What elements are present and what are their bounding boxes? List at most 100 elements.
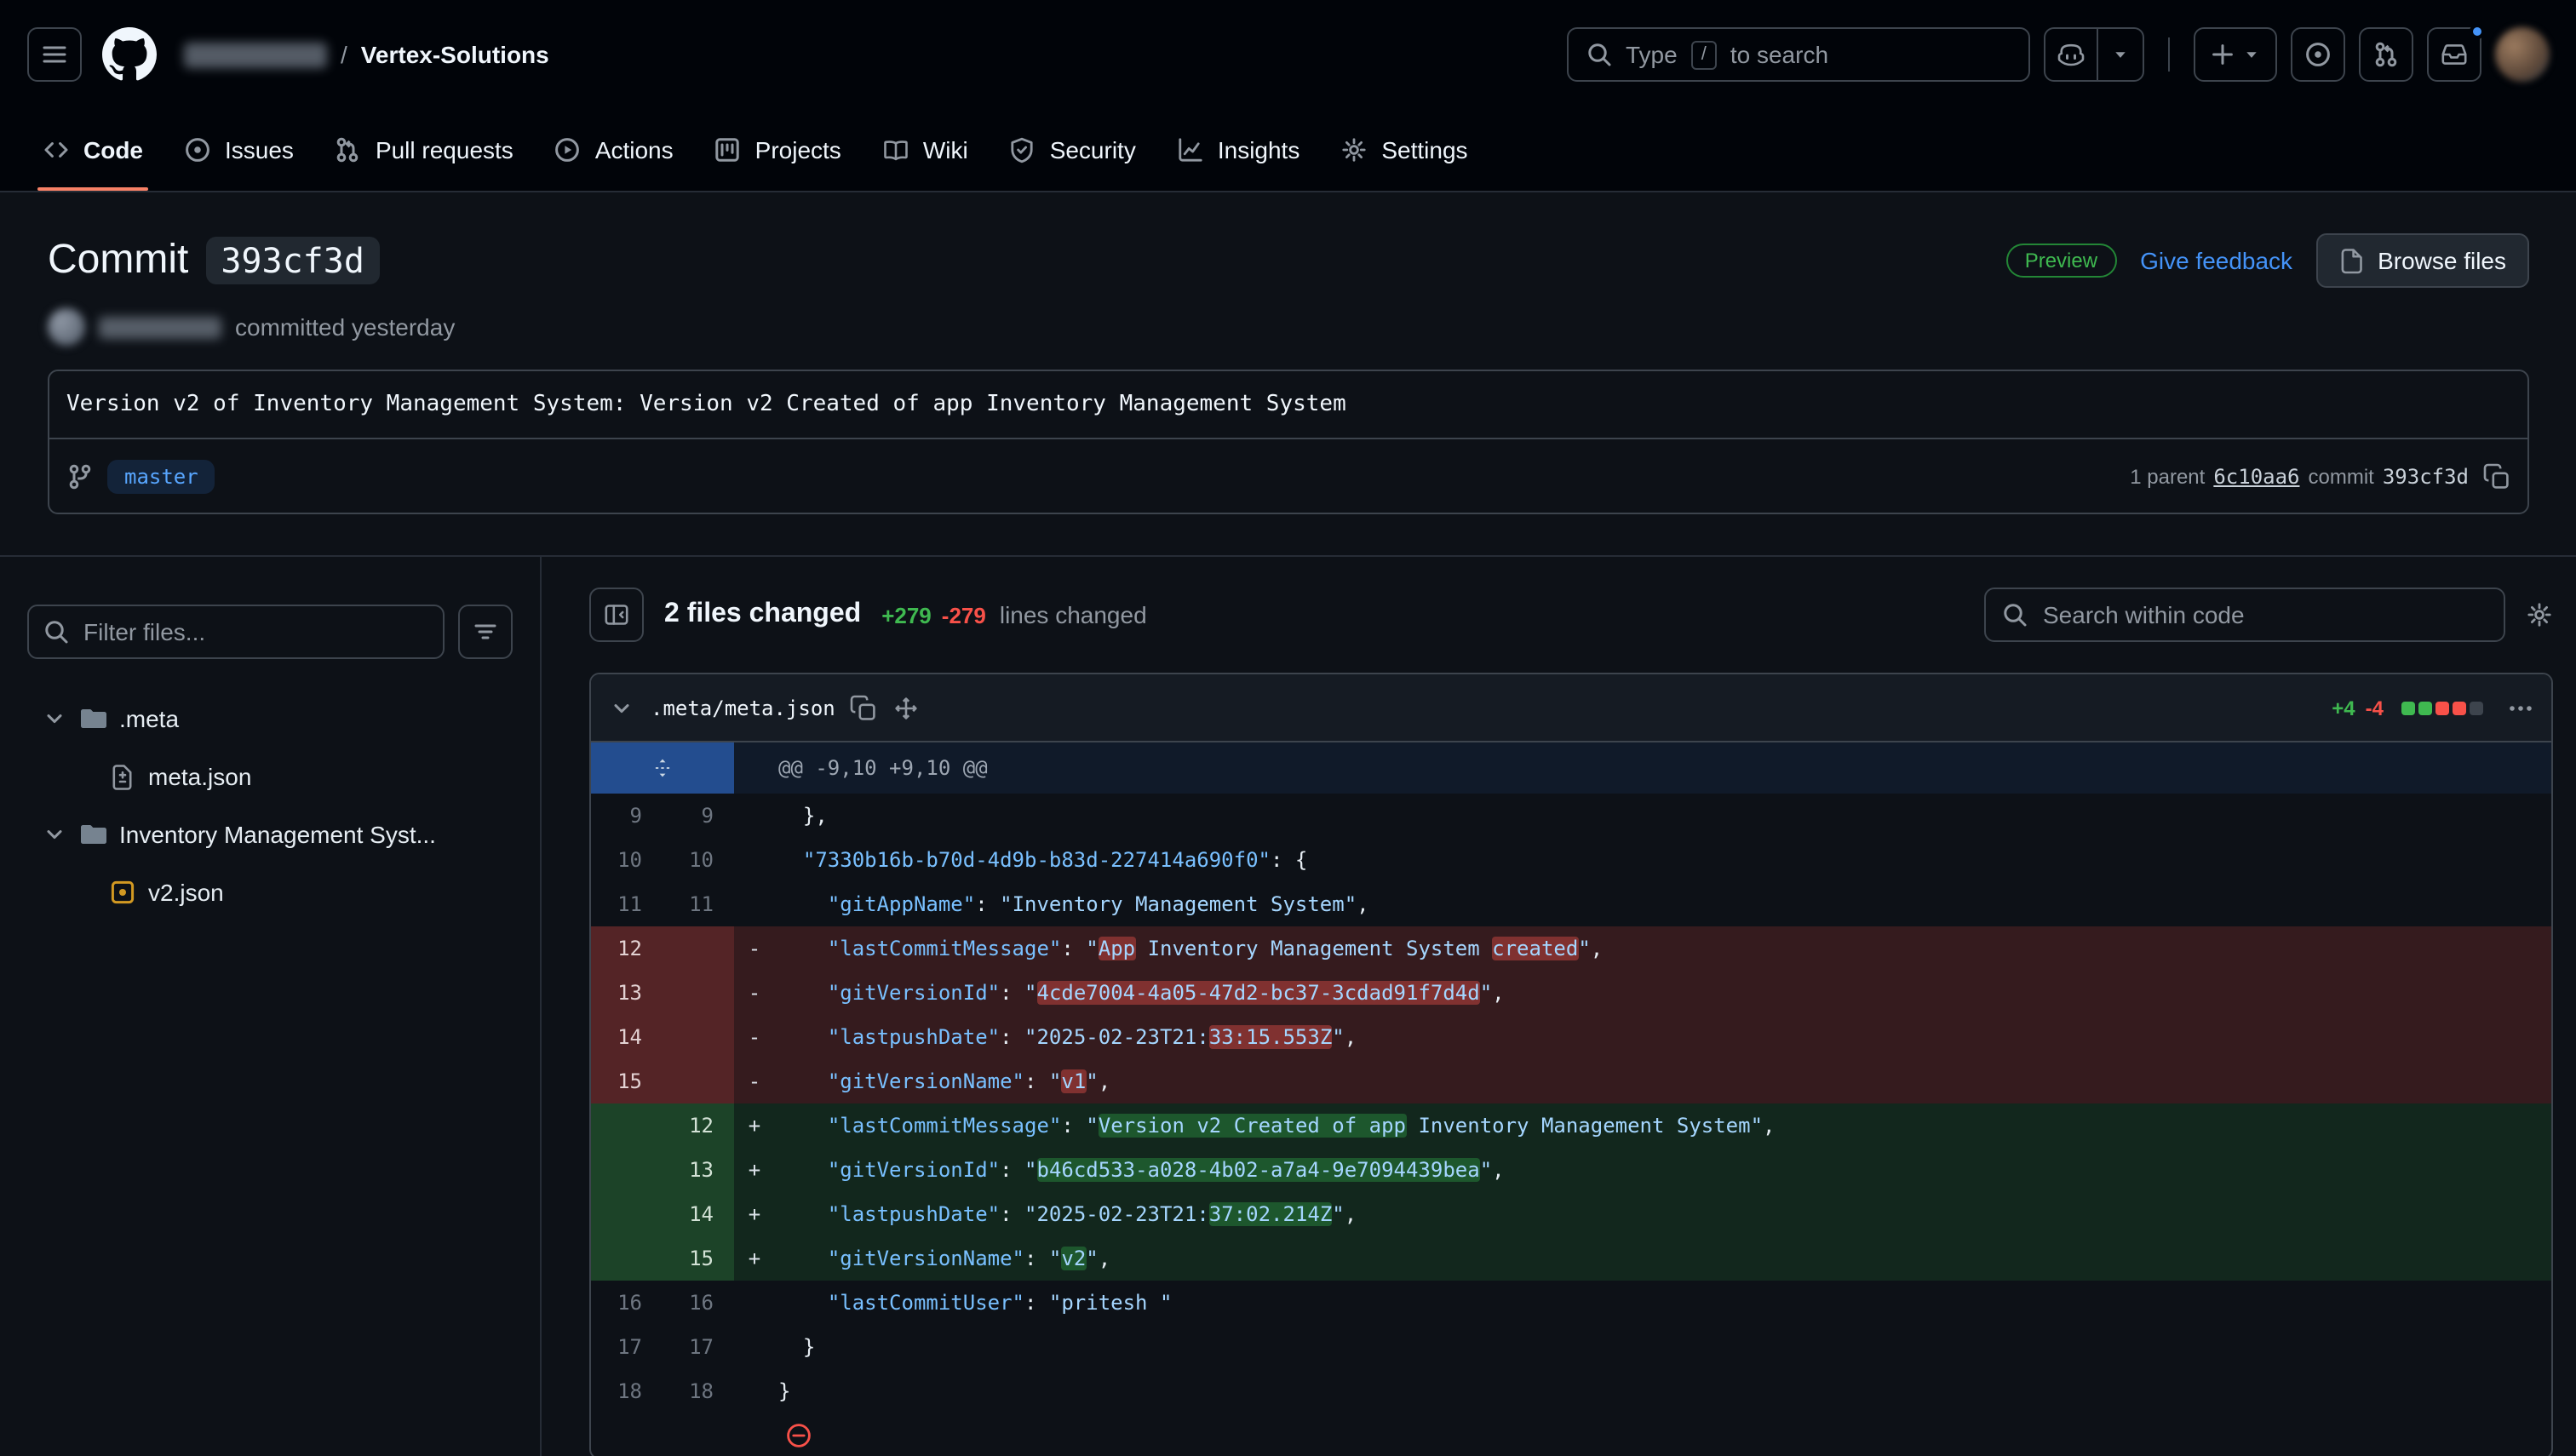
inbox-button[interactable] [2426, 27, 2481, 82]
chevron-down-icon [2240, 44, 2261, 65]
tree-folder-meta[interactable]: .meta [27, 690, 513, 748]
folder-icon [80, 821, 107, 848]
code-line: "gitVersionId": "b46cd533-a028-4b02-a7a4… [775, 1148, 2550, 1192]
kebab-menu-icon[interactable] [2506, 694, 2533, 721]
tab-projects[interactable]: Projects [699, 109, 857, 191]
new-line-number[interactable]: 13 [663, 1148, 734, 1192]
create-new-button[interactable] [2193, 27, 2276, 82]
new-line-number[interactable]: 15 [663, 1236, 734, 1281]
branch-label[interactable]: master [107, 459, 215, 493]
issues-dashboard-button[interactable] [2290, 27, 2344, 82]
old-line-number[interactable]: 10 [591, 838, 663, 882]
commit-message: Version v2 of Inventory Management Syste… [49, 371, 2527, 438]
tab-security[interactable]: Security [994, 109, 1151, 191]
old-line-number[interactable]: 11 [591, 882, 663, 926]
new-line-number[interactable] [663, 926, 734, 971]
tab-actions[interactable]: Actions [539, 109, 689, 191]
code-line: }, [775, 794, 2550, 838]
hamburger-menu-button[interactable] [27, 27, 82, 82]
redacted-owner-name[interactable] [184, 42, 327, 67]
redacted-committer-name[interactable] [99, 316, 221, 338]
new-line-number[interactable]: 10 [663, 838, 734, 882]
filter-files-input[interactable] [27, 605, 445, 659]
new-line-number[interactable]: 18 [663, 1369, 734, 1413]
copilot-dropdown[interactable] [2097, 29, 2142, 80]
toggle-file-tree-button[interactable] [589, 588, 644, 642]
tree-folder-inventory[interactable]: Inventory Management Syst... [27, 805, 513, 863]
browse-files-button[interactable]: Browse files [2316, 233, 2528, 288]
new-line-number[interactable]: 17 [663, 1325, 734, 1369]
give-feedback-link[interactable]: Give feedback [2140, 247, 2292, 274]
new-line-number[interactable] [663, 971, 734, 1015]
copy-path-icon[interactable] [851, 694, 878, 721]
preview-badge: Preview [2006, 244, 2116, 278]
old-line-number[interactable]: 12 [591, 926, 663, 971]
github-logo-icon[interactable] [102, 27, 157, 82]
inbox-icon [2440, 41, 2467, 68]
tab-settings[interactable]: Settings [1325, 109, 1483, 191]
new-line-number[interactable]: 14 [663, 1192, 734, 1236]
parent-sha-link[interactable]: 6c10aa6 [2213, 464, 2299, 488]
copy-sha-icon[interactable] [2482, 462, 2510, 490]
sidebar-collapse-icon [603, 601, 630, 628]
tab-issues[interactable]: Issues [169, 109, 309, 191]
breadcrumb-repo-link[interactable]: Vertex-Solutions [361, 41, 549, 68]
breadcrumb-separator: / [341, 41, 347, 68]
tree-file-v2-json[interactable]: v2.json [27, 863, 513, 921]
search-within-code-input[interactable] [1983, 588, 2504, 642]
tree-file-meta-json[interactable]: meta.json [27, 748, 513, 805]
new-line-number[interactable]: 16 [663, 1281, 734, 1325]
commit-byline: committed yesterday [48, 308, 2528, 346]
old-line-number[interactable]: 16 [591, 1281, 663, 1325]
old-line-number[interactable] [591, 1236, 663, 1281]
user-avatar[interactable] [2494, 27, 2549, 82]
tab-wiki[interactable]: Wiki [867, 109, 984, 191]
code-line: "lastCommitUser": "pritesh " [775, 1281, 2550, 1325]
old-line-number[interactable]: 18 [591, 1369, 663, 1413]
diff-row-del: 12- "lastCommitMessage": "App Inventory … [591, 926, 2550, 971]
old-line-number[interactable]: 14 [591, 1015, 663, 1059]
file-diff-header: .meta/meta.json +4 -4 [591, 674, 2550, 742]
old-line-number[interactable]: 15 [591, 1059, 663, 1103]
diff-sign [734, 794, 775, 838]
git-pull-request-icon [2372, 41, 2399, 68]
global-search-button[interactable]: Type / to search [1566, 27, 2029, 82]
old-line-number[interactable] [591, 1103, 663, 1148]
breadcrumb: / Vertex-Solutions [184, 41, 549, 68]
new-line-number[interactable] [663, 1015, 734, 1059]
plus-icon [2208, 41, 2235, 68]
move-icon[interactable] [893, 694, 921, 721]
diff-sign [734, 882, 775, 926]
diff-row-add: 14+ "lastpushDate": "2025-02-23T21:37:02… [591, 1192, 2550, 1236]
tab-pull-requests[interactable]: Pull requests [319, 109, 529, 191]
top-header: / Vertex-Solutions Type / to search [0, 0, 2576, 109]
expand-hunk-button[interactable] [591, 742, 734, 794]
committed-when: committed yesterday [235, 313, 455, 341]
old-line-number[interactable]: 13 [591, 971, 663, 1015]
file-path[interactable]: .meta/meta.json [651, 696, 835, 719]
new-line-number[interactable]: 9 [663, 794, 734, 838]
unread-notification-dot [2469, 24, 2484, 39]
copilot-button[interactable] [2043, 27, 2143, 82]
old-line-number[interactable] [591, 1148, 663, 1192]
diff-settings-gear-icon[interactable] [2525, 601, 2552, 628]
issue-opened-icon [2303, 41, 2331, 68]
tab-code[interactable]: Code [27, 109, 158, 191]
diffstat-square-del [2452, 701, 2465, 714]
old-line-number[interactable]: 9 [591, 794, 663, 838]
pull-requests-dashboard-button[interactable] [2358, 27, 2412, 82]
new-line-number[interactable]: 12 [663, 1103, 734, 1148]
file-filter-button[interactable] [458, 605, 513, 659]
diff-sign [734, 1325, 775, 1369]
tab-insights[interactable]: Insights [1162, 109, 1316, 191]
hunk-header: @@ -9,10 +9,10 @@ [775, 742, 2550, 794]
new-line-number[interactable]: 11 [663, 882, 734, 926]
diff-row-context: 99 }, [591, 794, 2550, 838]
committer-avatar[interactable] [48, 308, 85, 346]
new-line-number[interactable] [663, 1059, 734, 1103]
old-line-number[interactable]: 17 [591, 1325, 663, 1369]
old-line-number[interactable] [591, 1192, 663, 1236]
copilot-icon [2057, 41, 2084, 68]
unfold-icon [652, 758, 673, 778]
collapse-file-chevron-icon[interactable] [608, 694, 635, 721]
